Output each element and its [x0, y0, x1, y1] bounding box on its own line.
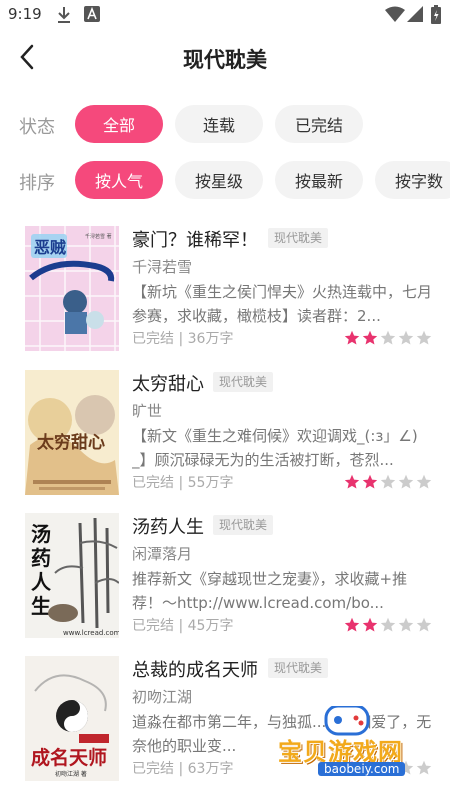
sort-chip-popularity[interactable]: 按人气: [75, 161, 163, 199]
sort-chip-newest[interactable]: 按最新: [275, 161, 363, 199]
book-wordcount: 45万字: [187, 618, 234, 634]
status-time: 9:19: [8, 5, 42, 23]
book-cover: 成名天师 初吻江湖 著: [25, 656, 119, 781]
svg-text:太穷甜心: 太穷甜心: [37, 432, 105, 453]
book-wordcount: 36万字: [187, 331, 234, 347]
a-badge-icon: [84, 6, 100, 26]
star-empty-icon: [416, 474, 432, 489]
status-chip-completed[interactable]: 已完结: [275, 105, 363, 143]
book-category-tag: 现代耽美: [268, 658, 329, 678]
download-icon: [56, 6, 72, 28]
star-rating: [344, 330, 432, 346]
book-item[interactable]: 汤 药 人 生 www.lcread.com 汤药人生 现代耽美 闲潭落月 推荐…: [0, 513, 450, 653]
sort-chip-rating[interactable]: 按星级: [175, 161, 263, 199]
book-meta: 已完结 | 55万字: [132, 472, 233, 492]
book-title: 总裁的成名天师: [132, 660, 258, 681]
header: 现代耽美: [0, 30, 450, 86]
sort-filter-row: 排序 按人气 按星级 按最新 按字数: [0, 161, 450, 201]
book-description: 【新坑《重生之侯门悍夫》火热连载中，七月参赛，求收藏，橄榄枝】读者群：2...: [132, 283, 432, 325]
svg-text:www.lcread.com: www.lcread.com: [63, 629, 119, 637]
star-filled-icon: [362, 330, 378, 345]
book-status: 已完结: [132, 331, 174, 347]
book-category-tag: 现代耽美: [268, 228, 329, 248]
svg-text:汤: 汤: [31, 522, 51, 546]
book-author: 闲潭落月: [132, 545, 193, 563]
watermark-logo: 宝贝游戏网 baobeiy.com: [268, 704, 438, 782]
sort-filter-label: 排序: [19, 173, 55, 194]
star-empty-icon: [416, 617, 432, 632]
book-title: 汤药人生: [132, 517, 204, 538]
status-filter-label: 状态: [19, 117, 55, 138]
book-author: 旷世: [132, 402, 163, 420]
book-category-tag: 现代耽美: [213, 372, 274, 392]
book-wordcount: 55万字: [187, 475, 234, 491]
book-status: 已完结: [132, 475, 174, 491]
page-title: 现代耽美: [183, 48, 267, 72]
book-cover: 太穷甜心: [25, 370, 119, 495]
svg-text:生: 生: [31, 594, 51, 618]
book-category-tag: 现代耽美: [213, 515, 274, 535]
star-empty-icon: [398, 617, 414, 632]
status-filter-row: 状态 全部 连载 已完结: [0, 105, 450, 145]
book-cover: 恶贼 千浔若雪 著: [25, 226, 119, 351]
book-description: 推荐新文《穿越现世之宠妻》，求收藏+推荐！～http://www.lcread.…: [132, 570, 408, 612]
book-meta: 已完结 | 63万字: [132, 758, 233, 778]
star-filled-icon: [344, 617, 360, 632]
status-chip-serializing[interactable]: 连载: [175, 105, 263, 143]
battery-icon: [431, 5, 441, 28]
book-meta: 已完结 | 45万字: [132, 615, 233, 635]
svg-text:恶贼: 恶贼: [34, 238, 66, 257]
book-description: 【新文《重生之难伺候》欢迎调戏_(:з」∠)_】顾沉碌碌无为的生活被打断，苍烈.…: [132, 427, 418, 469]
star-filled-icon: [362, 617, 378, 632]
svg-text:千浔若雪 著: 千浔若雪 著: [85, 233, 112, 240]
meta-separator: |: [178, 761, 188, 777]
svg-text:人: 人: [31, 570, 52, 594]
book-status: 已完结: [132, 618, 174, 634]
star-empty-icon: [398, 330, 414, 345]
book-item[interactable]: 恶贼 千浔若雪 著 豪门？谁稀罕！ 现代耽美 千浔若雪 【新坑《重生之侯门悍夫》…: [0, 226, 450, 366]
star-empty-icon: [416, 330, 432, 345]
meta-separator: |: [178, 331, 188, 347]
star-empty-icon: [398, 474, 414, 489]
book-wordcount: 63万字: [187, 761, 234, 777]
svg-text:药: 药: [31, 546, 51, 570]
book-meta: 已完结 | 36万字: [132, 328, 233, 348]
meta-separator: |: [178, 475, 188, 491]
star-empty-icon: [380, 474, 396, 489]
status-chip-all[interactable]: 全部: [75, 105, 163, 143]
meta-separator: |: [178, 618, 188, 634]
star-filled-icon: [362, 474, 378, 489]
svg-text:成名天师: 成名天师: [31, 746, 107, 769]
book-item[interactable]: 太穷甜心 太穷甜心 现代耽美 旷世 【新文《重生之难伺候》欢迎调戏_(:з」∠)…: [0, 370, 450, 510]
star-empty-icon: [380, 617, 396, 632]
star-filled-icon: [344, 330, 360, 345]
book-cover: 汤 药 人 生 www.lcread.com: [25, 513, 119, 638]
book-status: 已完结: [132, 761, 174, 777]
sort-chip-wordcount[interactable]: 按字数: [375, 161, 450, 199]
book-title: 豪门？谁稀罕！: [132, 230, 258, 251]
signal-icon: [407, 6, 423, 26]
book-author: 千浔若雪: [132, 258, 193, 276]
book-title: 太穷甜心: [132, 374, 204, 395]
book-author: 初吻江湖: [132, 688, 193, 706]
star-rating: [344, 474, 432, 490]
wifi-icon: [385, 6, 405, 26]
status-bar: 9:19: [0, 0, 450, 30]
star-rating: [344, 617, 432, 633]
watermark-url: baobeiy.com: [318, 762, 406, 776]
star-filled-icon: [344, 474, 360, 489]
svg-text:初吻江湖 著: 初吻江湖 著: [55, 770, 87, 778]
star-empty-icon: [380, 330, 396, 345]
